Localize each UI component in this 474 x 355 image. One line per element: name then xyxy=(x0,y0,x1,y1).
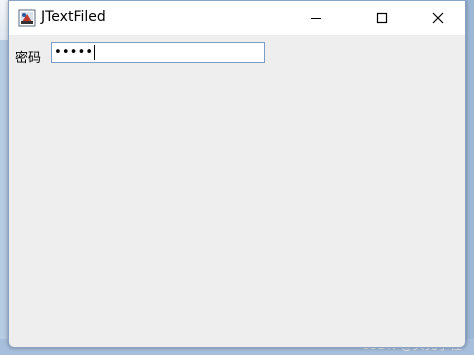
content-pane: 密码 ••••• xyxy=(9,35,465,347)
java-app-icon xyxy=(18,9,36,27)
close-icon xyxy=(432,12,444,24)
password-field[interactable]: ••••• xyxy=(51,42,265,63)
maximize-button[interactable] xyxy=(359,1,405,35)
password-masked-value: ••••• xyxy=(54,45,94,60)
minimize-button[interactable] xyxy=(293,1,339,35)
window-title: JTextFiled xyxy=(41,9,106,25)
maximize-icon xyxy=(376,12,388,24)
password-label: 密码 xyxy=(15,51,42,66)
title-bar[interactable]: JTextFiled xyxy=(9,1,465,35)
minimize-icon xyxy=(311,18,321,19)
app-window: JTextFiled 密码 ••••• xyxy=(8,0,466,348)
close-button[interactable] xyxy=(415,1,461,35)
text-caret xyxy=(94,45,96,60)
